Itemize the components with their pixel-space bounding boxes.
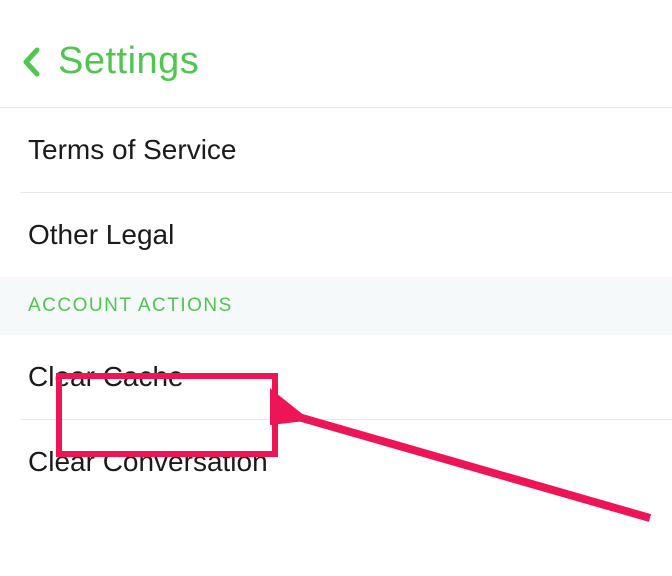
- list-item-label: Clear Cache: [28, 361, 184, 392]
- header-bar: Settings: [0, 30, 672, 107]
- section-header-account-actions: ACCOUNT ACTIONS: [0, 277, 672, 335]
- back-chevron-icon[interactable]: [20, 46, 44, 78]
- page-title: Settings: [58, 40, 199, 83]
- settings-screen: Settings Terms of Service Other Legal AC…: [0, 0, 672, 576]
- terms-of-service-item[interactable]: Terms of Service: [0, 108, 672, 192]
- section-header-label: ACCOUNT ACTIONS: [28, 295, 233, 316]
- list-item-label: Clear Conversation: [28, 446, 268, 477]
- list-item-label: Terms of Service: [28, 134, 237, 165]
- other-legal-item[interactable]: Other Legal: [0, 193, 672, 277]
- list-item-label: Other Legal: [28, 219, 174, 250]
- clear-conversation-item[interactable]: Clear Conversation: [0, 420, 672, 504]
- clear-cache-item[interactable]: Clear Cache: [0, 335, 672, 419]
